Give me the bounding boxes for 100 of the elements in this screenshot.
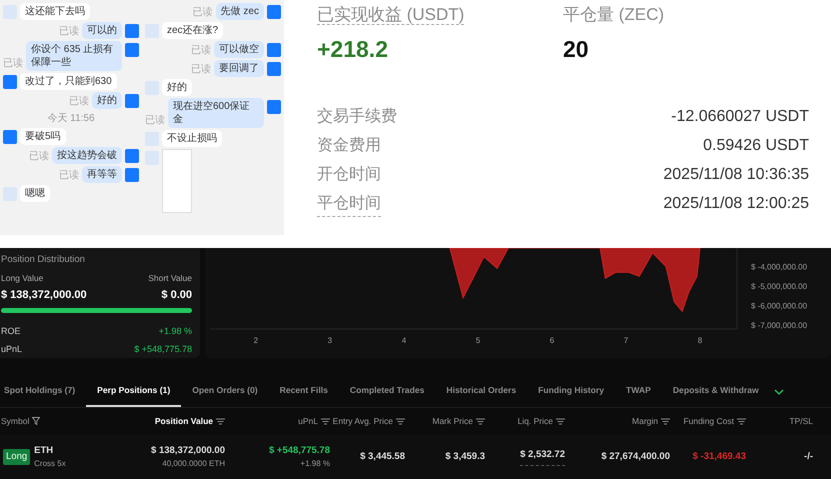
side-badge: Long (3, 448, 30, 466)
avatar (125, 24, 139, 38)
read-receipt: 已读 (192, 6, 213, 20)
filter-icon[interactable] (32, 417, 40, 426)
chat-bubble: 这还能下去吗 (20, 3, 90, 20)
column-header[interactable]: Funding Cost (683, 415, 734, 428)
read-receipt: 已读 (145, 114, 165, 128)
chat-bubble: 按这趋势会破 (52, 147, 122, 164)
stat-value: $ +548,775.78 (134, 343, 192, 356)
panel-title: Position Distribution (1, 253, 86, 267)
detail-label: 资金费用 (317, 136, 381, 156)
column-header[interactable]: TP/SL (789, 415, 813, 428)
chat-bubble: 你设个 635 止损有保障一些 (26, 41, 122, 71)
detail-label: 平仓时间 (317, 192, 381, 216)
chat-bubble: 再等等 (82, 166, 122, 183)
tab[interactable]: Completed Trades (338, 378, 436, 407)
chat-bubble: 可以的 (82, 22, 122, 39)
stat-label: ROE (1, 324, 21, 338)
detail-value: -12.0660027 USDT (671, 107, 809, 127)
summary-label: 已实现收益 (USDT) (317, 5, 464, 25)
y-tick-label: $ -5,000,000.00 (751, 282, 808, 292)
column-header[interactable]: Symbol (1, 415, 30, 428)
table-cell-text: $ 3,459.3 (445, 450, 485, 464)
column-header[interactable]: Liq. Price (518, 415, 553, 428)
sort-icon[interactable] (556, 418, 565, 425)
avatar (125, 168, 139, 182)
tab[interactable]: Recent Fills (268, 378, 339, 407)
detail-value: 0.59426 USDT (703, 136, 809, 156)
table-cell-text: $ 138,372,000.00 (151, 444, 225, 458)
table-subtext: 40,000.0000 ETH (162, 458, 225, 470)
table-cell-text: $ 27,674,400.00 (601, 450, 670, 464)
tab[interactable]: Open Orders (0) (181, 378, 269, 407)
read-receipt: 已读 (29, 150, 49, 164)
y-tick-label: $ -4,000,000.00 (751, 262, 808, 272)
read-receipt: 已读 (191, 44, 211, 58)
table-cell-text: -/- (804, 450, 813, 464)
table-cell-text: $ 3,445.58 (360, 450, 405, 464)
chat-bubble: 不设止损吗 (162, 130, 222, 147)
chevron-down-icon[interactable] (774, 388, 784, 396)
sort-icon[interactable] (396, 418, 405, 425)
long-value: $ 138,372,000.00 (1, 288, 87, 303)
detail-value: 2025/11/08 12:00:25 (663, 194, 809, 214)
x-tick-label: 4 (402, 336, 406, 345)
chat-bubble: 嗯嗯 (20, 185, 50, 202)
read-receipt: 已读 (69, 94, 89, 109)
read-receipt: 已读 (59, 24, 79, 39)
avatar (267, 5, 281, 19)
read-receipt: 已读 (59, 168, 79, 183)
tab[interactable]: Historical Orders (435, 378, 528, 407)
read-receipt: 已读 (191, 62, 211, 77)
avatar (267, 62, 281, 76)
avatar (267, 100, 281, 114)
detail-label: 交易手续费 (317, 106, 397, 127)
chat-bubble: 好的 (92, 92, 122, 109)
avatar (125, 43, 139, 57)
tab[interactable]: Deposits & Withdraw (662, 378, 770, 407)
x-tick-label: 7 (624, 336, 628, 345)
table-cell: $ 2,532.72 (520, 448, 565, 466)
sort-icon[interactable] (737, 418, 746, 425)
image-thumbnail[interactable] (162, 149, 192, 213)
summary-label: 平仓量 (ZEC) (563, 5, 664, 24)
stat-label: uPnL (1, 343, 22, 356)
y-tick-label: $ -7,000,000.00 (751, 321, 808, 330)
summary-value: +218.2 (317, 35, 389, 64)
column-header[interactable]: Margin (632, 415, 658, 428)
x-tick-label: 6 (550, 336, 554, 345)
sort-icon[interactable] (476, 418, 485, 425)
chat-bubble: 好的 (162, 79, 192, 96)
summary-value: 20 (563, 35, 590, 64)
symbol-text: ETH (34, 444, 54, 458)
sort-icon[interactable] (321, 418, 330, 425)
chat-bubble: 要回调了 (214, 60, 264, 77)
tab[interactable]: Spot Holdings (7) (0, 378, 86, 407)
tab[interactable]: TWAP (615, 378, 662, 407)
column-header[interactable]: Entry Avg. Price (332, 415, 393, 428)
read-receipt: 已读 (3, 56, 23, 71)
tab[interactable]: Perp Positions (1) (86, 378, 182, 407)
chat-bubble: 可以做空 (214, 41, 264, 58)
column-header[interactable]: uPnL (298, 415, 318, 428)
margin-mode: Cross 5x (34, 458, 66, 470)
chat-bubble: zec还在涨? (162, 22, 224, 39)
x-tick-label: 5 (476, 336, 480, 345)
stat-value: +1.98 % (158, 324, 192, 338)
detail-label: 开仓时间 (317, 164, 381, 185)
sort-icon[interactable] (661, 418, 670, 425)
chat-bubble: 现在进空600保证金 (168, 98, 264, 128)
chat-bubble: 先做 zec (216, 3, 264, 20)
long-value-label: Long Value (1, 272, 44, 285)
x-tick-label: 8 (698, 336, 702, 345)
table-cell-text: $ +548,775.78 (268, 444, 330, 458)
chat-bubble: 要破5吗 (20, 128, 66, 145)
avatar (125, 94, 139, 108)
column-header[interactable]: Position Value (154, 415, 213, 428)
x-tick-label: 2 (254, 336, 258, 345)
tab[interactable]: Funding History (527, 378, 616, 407)
chat-timestamp: 今天 11:56 (46, 112, 96, 126)
sort-icon[interactable] (216, 418, 225, 425)
table-subtext: +1.98 % (300, 458, 330, 470)
table-cell-text: $ -31,469.43 (692, 450, 746, 464)
column-header[interactable]: Mark Price (432, 415, 473, 428)
